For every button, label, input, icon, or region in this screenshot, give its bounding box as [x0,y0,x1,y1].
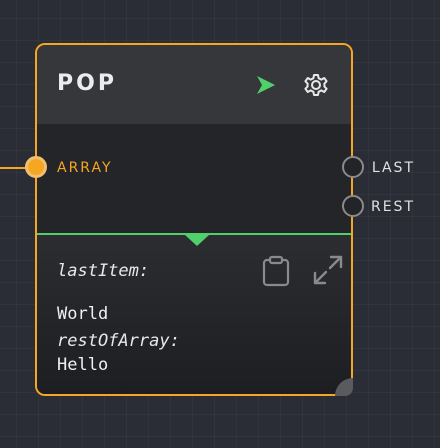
output-port-label-last: LAST [371,160,415,176]
result-value-last-item: World [57,304,109,324]
gear-icon[interactable] [303,72,329,98]
input-port-array[interactable] [25,156,47,178]
output-port-rest[interactable] [342,195,364,217]
node-header[interactable]: POP [37,45,351,124]
input-port-label-array: ARRAY [57,160,113,176]
result-collapse-toggle[interactable] [185,235,209,246]
pop-node[interactable]: POP ARRAY LAST REST lastItem: World rest… [25,43,413,396]
output-port-last[interactable] [342,156,364,178]
expand-icon[interactable] [311,253,345,287]
clipboard-icon[interactable] [261,255,291,287]
node-title: POP [57,71,117,96]
result-value-rest-of-array: Hello [57,355,109,375]
output-port-label-rest: REST [370,199,415,215]
result-key-rest-of-array: restOfArray: [57,331,180,351]
play-icon[interactable] [255,74,277,96]
result-key-last-item: lastItem: [57,261,150,281]
